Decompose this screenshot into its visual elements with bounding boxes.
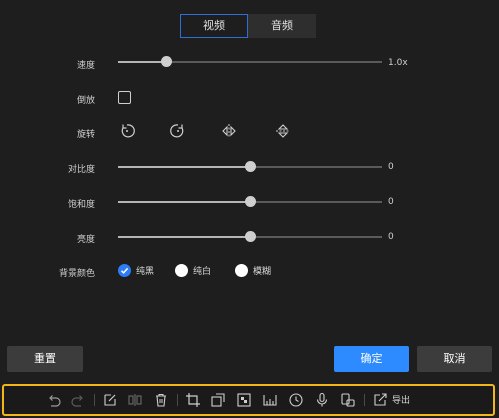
background-option-label: 模糊 xyxy=(253,267,272,277)
edit-icon[interactable] xyxy=(102,392,118,408)
microphone-icon[interactable] xyxy=(314,392,330,408)
background-option-label: 纯白 xyxy=(193,267,212,277)
crop-icon[interactable] xyxy=(185,392,201,408)
split-icon[interactable] xyxy=(127,392,143,408)
contrast-slider[interactable] xyxy=(118,160,382,174)
mosaic-icon[interactable] xyxy=(236,392,252,408)
radio-checked-icon xyxy=(118,264,131,277)
export-icon[interactable] xyxy=(372,392,388,408)
radio-unchecked-icon xyxy=(235,264,248,277)
cancel-button[interactable]: 取消 xyxy=(417,346,492,372)
brightness-slider[interactable] xyxy=(118,230,382,244)
reverse-checkbox[interactable] xyxy=(118,91,131,104)
bottom-toolbar: 导出 xyxy=(2,384,495,416)
ruler-icon[interactable] xyxy=(262,392,278,408)
contrast-value: 0 xyxy=(388,162,394,172)
tab-bar: 视频 音频 xyxy=(180,14,316,38)
speed-label: 速度 xyxy=(76,61,95,71)
saturation-value: 0 xyxy=(388,197,394,207)
delete-icon[interactable] xyxy=(153,392,169,408)
slider-fill xyxy=(118,166,250,168)
background-label: 背景颜色 xyxy=(58,269,95,279)
slider-knob[interactable] xyxy=(245,231,256,242)
brightness-value: 0 xyxy=(388,232,394,242)
background-option-label: 纯黑 xyxy=(136,267,155,277)
tab-audio[interactable]: 音频 xyxy=(248,14,316,38)
background-option-white[interactable]: 纯白 xyxy=(175,264,211,277)
flip-vertical-icon[interactable] xyxy=(275,123,291,139)
reverse-label: 倒放 xyxy=(76,96,95,106)
toolbar-divider xyxy=(177,394,178,406)
resize-icon[interactable] xyxy=(210,392,226,408)
background-option-blur[interactable]: 模糊 xyxy=(235,264,271,277)
saturation-label: 饱和度 xyxy=(67,200,95,210)
undo-icon[interactable] xyxy=(46,392,62,408)
toolbar-divider xyxy=(364,394,365,406)
rotate-right-icon[interactable] xyxy=(170,123,186,139)
saturation-slider[interactable] xyxy=(118,195,382,209)
speed-value: 1.0x xyxy=(388,58,408,68)
confirm-button[interactable]: 确定 xyxy=(334,346,409,372)
rotate-label: 旋转 xyxy=(76,130,95,140)
flip-horizontal-icon[interactable] xyxy=(221,123,237,139)
contrast-label: 对比度 xyxy=(67,165,95,175)
redo-icon[interactable] xyxy=(70,392,86,408)
brightness-label: 亮度 xyxy=(76,235,95,245)
rotate-left-icon[interactable] xyxy=(119,123,135,139)
slider-fill xyxy=(118,61,166,63)
slider-knob[interactable] xyxy=(245,161,256,172)
slider-knob[interactable] xyxy=(245,196,256,207)
radio-unchecked-icon xyxy=(175,264,188,277)
speed-slider[interactable] xyxy=(118,55,382,69)
export-button[interactable]: 导出 xyxy=(392,393,410,406)
reset-button[interactable]: 重置 xyxy=(7,346,83,372)
slider-knob[interactable] xyxy=(160,56,172,67)
sticker-icon[interactable] xyxy=(340,392,356,408)
clock-icon[interactable] xyxy=(288,392,304,408)
tab-video[interactable]: 视频 xyxy=(180,14,248,38)
background-option-black[interactable]: 纯黑 xyxy=(118,264,154,277)
slider-fill xyxy=(118,201,250,203)
slider-fill xyxy=(118,236,250,238)
toolbar-divider xyxy=(94,394,95,406)
